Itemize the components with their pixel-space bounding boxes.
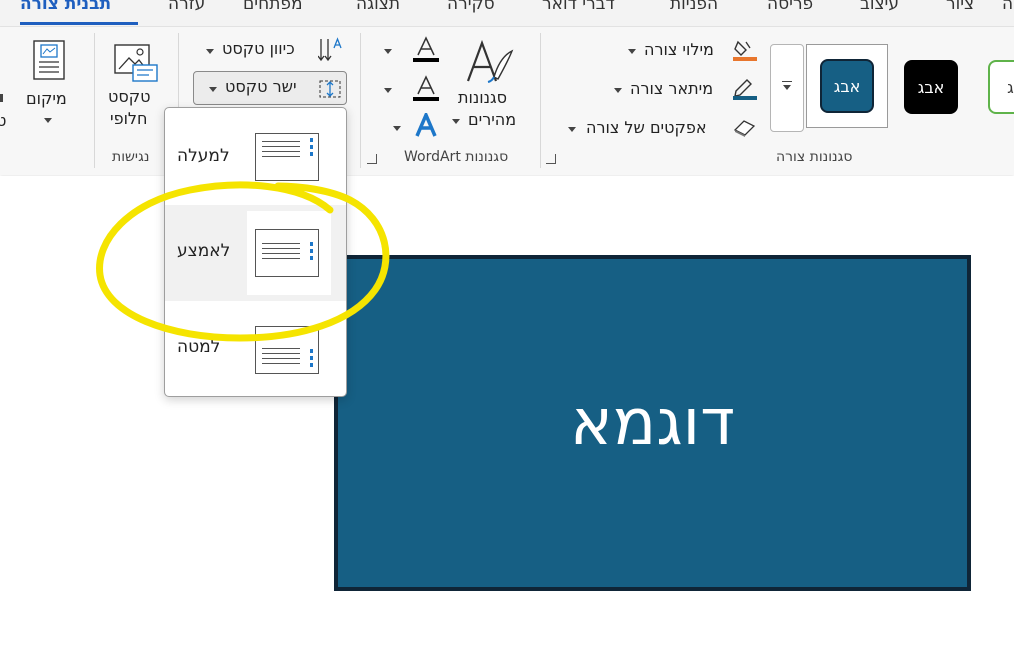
tab-layout[interactable]: פריסה — [767, 0, 813, 14]
shape-style-selected-frame[interactable]: אבג — [806, 44, 888, 128]
align-bottom-icon — [255, 326, 319, 374]
align-text-label: ישר טקסט — [225, 77, 297, 96]
position-page-icon — [33, 40, 65, 80]
shape-style-swatch-blue[interactable]: אבג — [820, 59, 874, 113]
shape-outline-label: מיתאר צורה — [630, 79, 714, 98]
shape-styles-launcher-icon[interactable] — [546, 154, 556, 164]
text-direction-icon — [318, 37, 342, 62]
chevron-down-icon — [209, 87, 217, 92]
align-middle-icon — [255, 229, 319, 277]
chevron-down-icon — [384, 49, 392, 54]
wordart-styles-group-label: סגנונות WordArt — [404, 149, 509, 165]
chevron-down-icon — [206, 49, 214, 54]
chevron-down-icon — [393, 126, 401, 131]
shape-style-swatch-green[interactable]: בג — [988, 60, 1014, 114]
chevron-down-icon — [384, 88, 392, 93]
shape-style-swatch-black[interactable]: אבג — [904, 60, 958, 114]
swatch-label: אבג — [833, 76, 861, 96]
tab-design[interactable]: עיצוב — [860, 0, 899, 14]
alt-text-icon — [114, 44, 158, 82]
chevron-down-icon — [452, 119, 460, 124]
wrap-text-label-partial[interactable]: ט — [0, 111, 6, 130]
swatch-label: בג — [1007, 77, 1014, 97]
shape-styles-group-label: סגנונות צורה — [776, 149, 853, 165]
alt-text-label-line1: טקסט — [108, 87, 151, 106]
quick-styles-label-line2: מהירים — [468, 110, 517, 129]
text-fill-icon — [413, 36, 439, 62]
active-tab-underline — [20, 22, 138, 25]
shape-text[interactable]: דוגמא — [570, 386, 735, 460]
alt-text-label-line2: חלופי — [110, 109, 148, 128]
chevron-down-icon — [614, 88, 622, 93]
align-bottom-option[interactable]: למטה — [165, 301, 346, 396]
align-text-button[interactable]: ישר טקסט — [193, 71, 347, 105]
quick-styles-label-line1: סגנונות — [458, 88, 508, 107]
chevron-down-icon — [628, 49, 636, 54]
accessibility-group-label: נגישות — [112, 149, 150, 165]
wordart-styles-launcher-icon[interactable] — [367, 154, 377, 164]
chevron-down-icon — [44, 118, 52, 123]
arrange-partial-icon — [0, 94, 3, 102]
ribbon-tab-bar: תבנית צורה עזרה מפתחים תצוגה סקירה דברי … — [0, 0, 1014, 27]
tab-home-partial[interactable]: ה — [1002, 0, 1013, 14]
tab-developer[interactable]: מפתחים — [243, 0, 303, 14]
paint-bucket-icon — [733, 40, 757, 61]
text-outline-icon — [413, 75, 439, 101]
align-text-icon — [319, 80, 341, 98]
align-middle-label: לאמצע — [177, 241, 231, 261]
text-direction-label: כיוון טקסט — [222, 39, 295, 58]
shape-fill-label: מילוי צורה — [644, 40, 714, 59]
tab-shape-format[interactable]: תבנית צורה — [20, 0, 111, 14]
text-effects-icon — [415, 113, 437, 137]
align-top-icon — [255, 133, 319, 181]
tab-mailings[interactable]: דברי דואר — [542, 0, 615, 14]
ribbon: בג אבג אבג מילוי צורה מיתאר צורה — [0, 27, 1014, 175]
group-separator — [540, 33, 541, 168]
align-bottom-label: למטה — [177, 337, 221, 357]
gallery-more-button[interactable] — [770, 44, 804, 132]
tab-draw[interactable]: ציור — [946, 0, 974, 14]
pen-outline-icon — [733, 79, 757, 100]
tab-help[interactable]: עזרה — [168, 0, 205, 14]
position-label: מיקום — [26, 89, 67, 108]
group-separator — [360, 33, 361, 168]
chevron-down-icon — [783, 85, 791, 90]
shape-effects-label: אפקטים של צורה — [586, 118, 707, 137]
align-top-label: למעלה — [177, 146, 230, 166]
align-text-dropdown: למעלה לאמצע למטה — [164, 107, 347, 397]
more-icon-bar — [782, 81, 792, 82]
align-top-option[interactable]: למעלה — [165, 108, 346, 204]
eraser-effects-icon — [733, 120, 756, 137]
swatch-label: אבג — [917, 77, 945, 97]
wordart-quick-styles-icon — [466, 39, 514, 83]
group-separator — [94, 33, 95, 168]
tab-review[interactable]: סקירה — [447, 0, 495, 14]
align-middle-option[interactable]: לאמצע — [165, 205, 346, 301]
chevron-down-icon — [568, 127, 576, 132]
tab-references[interactable]: הפניות — [670, 0, 718, 14]
sample-shape[interactable]: דוגמא — [334, 255, 971, 591]
tab-view[interactable]: תצוגה — [356, 0, 400, 14]
